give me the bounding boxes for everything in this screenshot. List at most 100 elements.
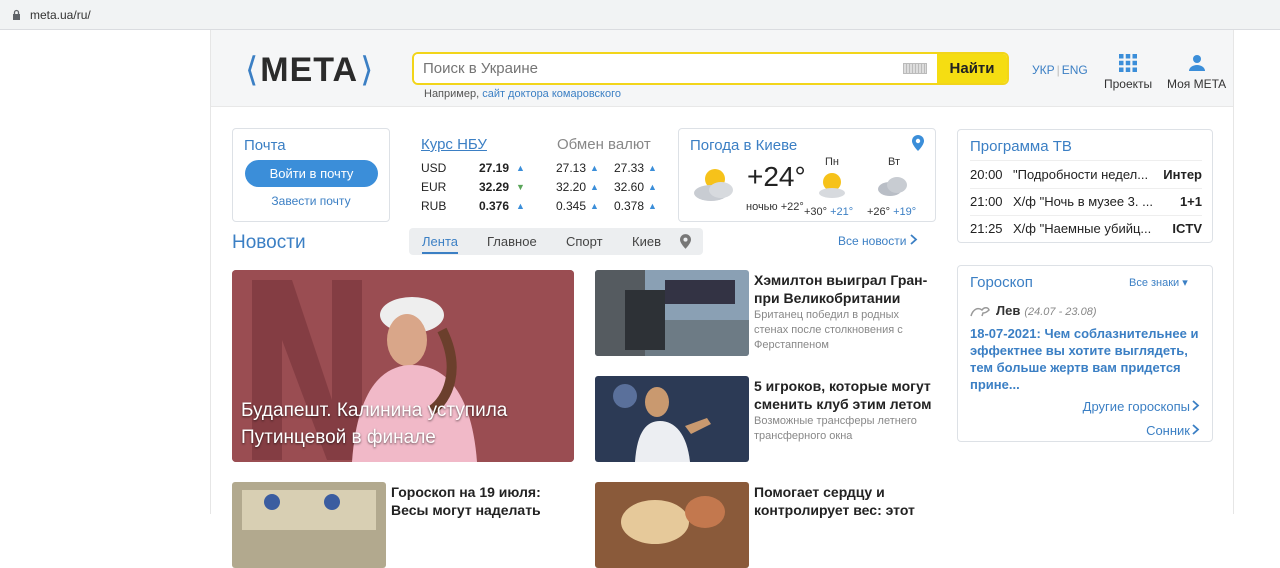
exchange-title[interactable]: Обмен валют [557, 136, 651, 153]
tv-program: "Подробности недел... [1013, 167, 1149, 182]
mail-title[interactable]: Почта [244, 137, 286, 154]
forecast-hi: +26° [867, 206, 891, 218]
tv-time: 20:00 [970, 167, 1003, 182]
tv-program: Х/ф "Ночь в музее 3. ... [1013, 194, 1153, 209]
rate-row: USD 27.19 ▲ 27.13 ▲ 27.33 ▲ [421, 161, 666, 179]
dream-book-link[interactable]: Сонник [1146, 423, 1200, 438]
location-pin-icon[interactable] [912, 135, 924, 151]
arrow-up-icon: ▲ [516, 163, 525, 173]
browser-address-bar[interactable]: meta.ua/ru/ [0, 0, 1280, 30]
racing-image [595, 270, 749, 356]
news-title[interactable]: Новости [232, 232, 306, 254]
lang-separator: | [1056, 63, 1060, 77]
url-text[interactable]: meta.ua/ru/ [30, 8, 91, 22]
logo[interactable]: ⟨ META ⟩ [245, 50, 373, 90]
other-horoscopes-label: Другие гороскопы [1082, 399, 1190, 414]
dream-book-label: Сонник [1146, 423, 1190, 438]
example-prefix: Например, [424, 88, 480, 100]
sell-value: 0.378 [614, 199, 645, 213]
search-example: Например, сайт доктора комаровского [424, 88, 621, 100]
sun-cloud-icon [819, 173, 845, 198]
grid-icon [1119, 54, 1138, 72]
news-thumb-food [595, 482, 749, 568]
all-news-label: Все новости [838, 234, 907, 248]
currency-code: USD [421, 161, 447, 175]
forecast-day: Вт [888, 156, 901, 168]
tv-row[interactable]: 21:00 Х/ф "Ночь в музее 3. ... 1+1 [970, 194, 1202, 214]
mail-register-link[interactable]: Завести почту [233, 194, 389, 208]
tab-feed[interactable]: Лента [422, 234, 458, 254]
all-signs-dropdown[interactable]: Все знаки ▾ [1129, 276, 1188, 289]
news-item-title: 5 игроков, которые могут сменить клуб эт… [754, 378, 932, 412]
horoscope-text[interactable]: 18-07-2021: Чем соблазнительнее и эффект… [970, 325, 1206, 393]
forecast-temps: +26° +19° [867, 206, 916, 218]
main-news-card[interactable]: Будапешт. Калинина уступила Путинцевой в… [232, 270, 574, 462]
user-icon [1188, 55, 1205, 71]
page: ⟨ META ⟩ Найти Например, сайт доктора ко… [210, 30, 1234, 568]
sell-value: 27.33 [614, 161, 645, 175]
tab-kyiv[interactable]: Киев [632, 234, 661, 249]
tab-sport[interactable]: Спорт [566, 234, 603, 249]
tab-main[interactable]: Главное [487, 234, 537, 249]
mail-widget: Почта Войти в почту Завести почту [232, 128, 390, 222]
projects-button[interactable]: Проекты [1104, 54, 1152, 91]
divider [970, 188, 1202, 189]
arrow-up-icon: ▲ [648, 201, 657, 211]
lang-eng[interactable]: ENG [1062, 63, 1088, 77]
horoscope-sign: Лев (24.07 - 23.08) [996, 303, 1097, 318]
tv-row[interactable]: 21:25 Х/ф "Наемные убийц... ICTV [970, 221, 1202, 241]
buy-value: 0.345 [556, 199, 587, 213]
buy-value: 27.13 [556, 161, 587, 175]
forecast-lo: +21° [830, 206, 854, 218]
news-item-title: Хэмилтон выиграл Гран-при Великобритании [754, 272, 928, 306]
lang-ukr[interactable]: УКР [1032, 63, 1055, 77]
location-pin-icon[interactable] [680, 234, 691, 249]
logo-bracket-left: ⟨ [245, 51, 259, 89]
my-meta-button[interactable]: Моя META [1167, 54, 1226, 91]
other-horoscopes-link[interactable]: Другие гороскопы [1083, 399, 1200, 414]
rate-row: EUR 32.29 ▼ 32.20 ▲ 32.60 ▲ [421, 180, 666, 198]
cloud-icon [878, 177, 907, 196]
tv-row[interactable]: 20:00 "Подробности недел... Интер [970, 167, 1202, 187]
current-temp: +24° [747, 161, 806, 192]
news-item-subtitle: Британец победил в родных стенах после с… [754, 309, 903, 351]
arrow-up-icon: ▲ [648, 182, 657, 192]
chevron-right-icon [910, 234, 918, 245]
tv-title[interactable]: Программа ТВ [970, 138, 1072, 155]
projects-label: Проекты [1104, 77, 1153, 91]
chevron-right-icon [1192, 424, 1200, 435]
chevron-right-icon [1192, 400, 1200, 411]
nbu-rate-title[interactable]: Курс НБУ [421, 136, 487, 153]
building-image [232, 482, 386, 568]
tv-channel: Интер [1163, 167, 1202, 182]
sun-cloud-icon [694, 169, 733, 201]
logo-bracket-right: ⟩ [360, 51, 374, 89]
example-link[interactable]: сайт доктора комаровского [482, 88, 621, 100]
weather-widget[interactable]: Погода в Киеве +24° ночью +22° Пн +30° +… [678, 128, 936, 222]
nbu-value: 32.29 [479, 180, 510, 194]
search-input[interactable] [414, 54, 903, 83]
forecast-day: Пн [825, 156, 839, 168]
forecast-lo: +19° [893, 206, 917, 218]
arrow-down-icon: ▼ [516, 182, 525, 192]
header: ⟨ META ⟩ Найти Например, сайт доктора ко… [211, 30, 1233, 107]
nbu-value: 0.376 [479, 199, 510, 213]
forecast-temps: +30° +21° [804, 206, 853, 218]
news-thumb-horoscope [232, 482, 386, 568]
search-button[interactable]: Найти [937, 54, 1007, 83]
horoscope-title[interactable]: Гороскоп [970, 274, 1033, 291]
arrow-up-icon: ▲ [590, 182, 599, 192]
news-tabs: Лента Главное Спорт Киев [409, 228, 703, 255]
sell-value: 32.60 [614, 180, 645, 194]
main-news-title: Будапешт. Калинина уступила Путинцевой в… [241, 400, 508, 448]
mail-login-button[interactable]: Войти в почту [245, 160, 378, 187]
weather-title[interactable]: Погода в Киеве [690, 137, 797, 154]
my-meta-label: Моя META [1167, 77, 1227, 91]
logo-text: META [260, 50, 359, 89]
keyboard-icon[interactable] [903, 63, 927, 74]
currency-widget: Курс НБУ Обмен валют USD 27.19 ▲ 27.13 ▲… [421, 136, 666, 218]
nbu-value: 27.19 [479, 161, 510, 175]
rate-row: RUB 0.376 ▲ 0.345 ▲ 0.378 ▲ [421, 199, 666, 217]
divider [970, 215, 1202, 216]
all-news-link[interactable]: Все новости [838, 234, 918, 248]
